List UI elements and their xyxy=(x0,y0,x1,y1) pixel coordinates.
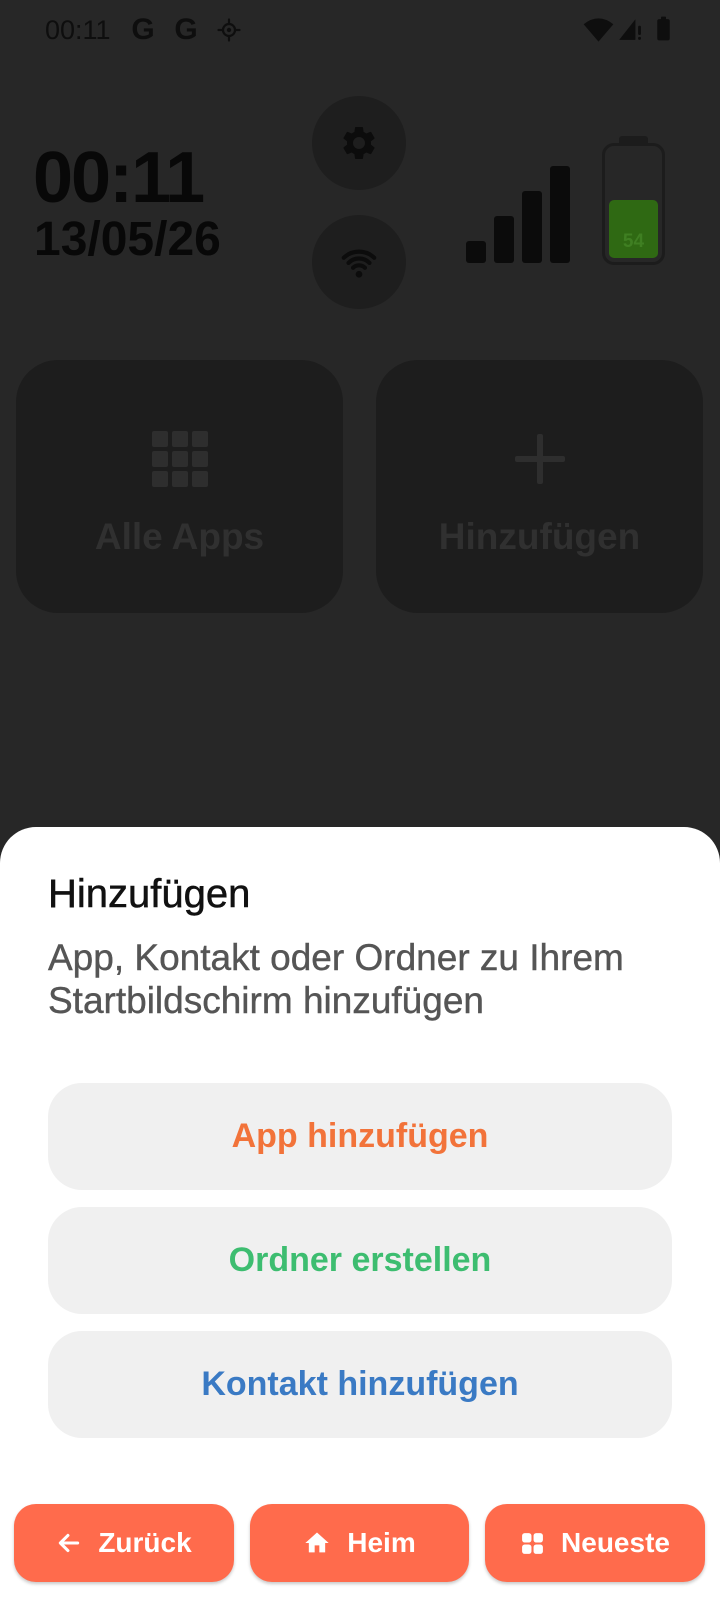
home-clock: 00:11 xyxy=(33,138,205,218)
signal-bar xyxy=(522,191,542,263)
all-apps-tile[interactable]: Alle Apps xyxy=(16,360,343,613)
home-button[interactable]: Heim xyxy=(250,1504,469,1582)
recents-icon xyxy=(522,1532,543,1554)
home-icon xyxy=(305,1532,329,1553)
battery-status-icon xyxy=(657,16,670,41)
battery-fill: 54 xyxy=(609,199,658,258)
grid-icon xyxy=(151,431,208,487)
wifi-button[interactable] xyxy=(312,215,406,309)
signal-status-icon xyxy=(619,19,641,40)
wifi-icon xyxy=(341,249,377,278)
add-contact-button[interactable]: Kontakt hinzufügen xyxy=(48,1331,672,1438)
home-label: Heim xyxy=(347,1527,416,1558)
signal-bar xyxy=(494,216,514,263)
tile-label: Alle Apps xyxy=(94,516,265,557)
wifi-status-icon xyxy=(583,18,614,42)
recents-label: Neueste xyxy=(561,1527,670,1558)
back-button[interactable]: Zurück xyxy=(14,1504,234,1582)
battery-indicator: 54 xyxy=(602,143,665,265)
signal-bar xyxy=(550,166,570,263)
recents-button[interactable]: Neueste xyxy=(485,1504,705,1582)
status-time: 00:11 xyxy=(45,15,111,45)
plus-icon xyxy=(514,434,565,484)
battery-level-label: 54 xyxy=(622,231,645,252)
google-icon xyxy=(130,13,156,47)
sheet-title: Hinzufügen xyxy=(48,872,251,917)
home-date: 13/05/26 xyxy=(34,213,221,266)
settings-button[interactable] xyxy=(312,96,406,190)
sheet-subtitle: App, Kontakt oder Ordner zu Ihrem Startb… xyxy=(48,937,624,1021)
signal-strength xyxy=(466,166,570,263)
add-tile[interactable]: Hinzufügen xyxy=(376,360,703,613)
create-folder-button[interactable]: Ordner erstellen xyxy=(48,1207,672,1314)
arrow-left-icon xyxy=(59,1533,80,1553)
gear-icon xyxy=(343,127,375,159)
add-bottom-sheet: Hinzufügen App, Kontakt oder Ordner zu I… xyxy=(0,827,720,1600)
google-icon xyxy=(173,13,199,47)
tile-label: Hinzufügen xyxy=(438,516,641,557)
signal-bar xyxy=(466,241,486,263)
location-icon xyxy=(217,18,241,42)
back-label: Zurück xyxy=(98,1527,192,1558)
add-app-button[interactable]: App hinzufügen xyxy=(48,1083,672,1190)
